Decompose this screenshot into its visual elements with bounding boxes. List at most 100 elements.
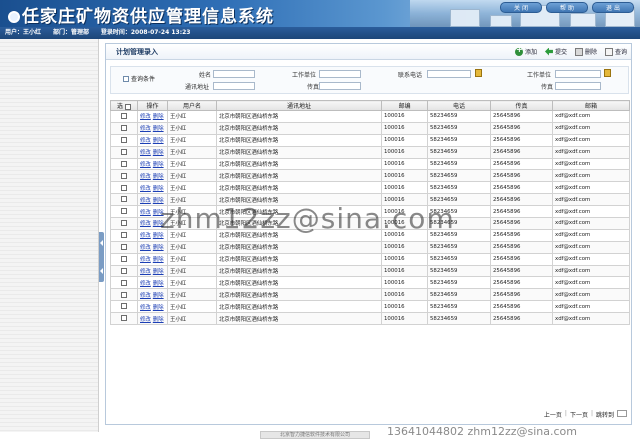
row-checkbox[interactable] [121, 243, 127, 250]
edit-link[interactable]: 修改 [140, 186, 151, 192]
row-checkbox[interactable] [121, 148, 127, 155]
edit-link[interactable]: 修改 [140, 126, 151, 132]
fax-input[interactable] [319, 82, 361, 90]
row-select[interactable] [110, 300, 138, 314]
row-select[interactable] [110, 228, 138, 242]
delete-link[interactable]: 删除 [153, 138, 164, 144]
row-checkbox[interactable] [121, 232, 127, 239]
row-select[interactable] [110, 169, 138, 183]
row-checkbox[interactable] [121, 315, 127, 322]
edit-link[interactable]: 修改 [140, 245, 151, 251]
name-input[interactable] [213, 70, 255, 78]
row-checkbox[interactable] [121, 220, 127, 227]
edit-link[interactable]: 修改 [140, 210, 151, 216]
delete-link[interactable]: 删除 [153, 174, 164, 180]
next-page-link[interactable]: 下一页 [570, 410, 588, 419]
delete-link[interactable]: 删除 [153, 293, 164, 299]
delete-link[interactable]: 删除 [153, 162, 164, 168]
delete-link[interactable]: 删除 [153, 245, 164, 251]
row-checkbox[interactable] [121, 184, 127, 191]
delete-link[interactable]: 删除 [153, 281, 164, 287]
row-checkbox[interactable] [121, 196, 127, 203]
page-select[interactable] [617, 410, 627, 417]
cell-address: 北京市朝阳区酒仙桥东路 [216, 121, 382, 135]
cell-address: 北京市朝阳区酒仙桥东路 [216, 276, 382, 290]
prev-page-link[interactable]: 上一页 [544, 410, 562, 419]
edit-link[interactable]: 修改 [140, 269, 151, 275]
row-checkbox[interactable] [121, 113, 127, 120]
row-checkbox[interactable] [121, 303, 127, 310]
delete-link[interactable]: 删除 [153, 317, 164, 323]
delete-link[interactable]: 删除 [153, 269, 164, 275]
delete-link[interactable]: 删除 [153, 126, 164, 132]
edit-link[interactable]: 修改 [140, 257, 151, 263]
cell-username: 王小红 [167, 300, 217, 314]
row-checkbox[interactable] [121, 291, 127, 298]
edit-link[interactable]: 修改 [140, 150, 151, 156]
edit-link[interactable]: 修改 [140, 317, 151, 323]
cell-zip: 100016 [381, 276, 428, 290]
row-actions: 修改 删除 [137, 169, 168, 183]
cell-fax: 25645896 [490, 264, 553, 278]
row-select[interactable] [110, 205, 138, 219]
edit-link[interactable]: 修改 [140, 162, 151, 168]
query-button[interactable]: 查询 [604, 47, 627, 56]
row-checkbox[interactable] [121, 208, 127, 215]
edit-link[interactable]: 修改 [140, 174, 151, 180]
select-all-checkbox[interactable] [124, 103, 131, 110]
delete-link[interactable]: 删除 [153, 257, 164, 263]
row-select[interactable] [110, 157, 138, 171]
edit-link[interactable]: 修改 [140, 281, 151, 287]
row-select[interactable] [110, 121, 138, 135]
row-checkbox[interactable] [121, 125, 127, 132]
row-select[interactable] [110, 133, 138, 147]
sidebar-toggle-handle[interactable] [99, 232, 104, 282]
row-select[interactable] [110, 276, 138, 290]
edit-link[interactable]: 修改 [140, 305, 151, 311]
delete-link[interactable]: 删除 [153, 305, 164, 311]
cell-email: xdf@xdf.com [552, 228, 630, 242]
row-checkbox[interactable] [121, 172, 127, 179]
logout-button[interactable]: 退 出 [592, 2, 634, 13]
work-unit2-input[interactable] [555, 70, 601, 78]
row-select[interactable] [110, 252, 138, 266]
edit-link[interactable]: 修改 [140, 138, 151, 144]
fax2-input[interactable] [555, 82, 601, 90]
row-checkbox[interactable] [121, 160, 127, 167]
submit-button[interactable]: 提交 [544, 47, 567, 56]
query-condition[interactable]: 查询条件 [123, 74, 155, 83]
help-button[interactable]: 帮 助 [546, 2, 588, 13]
row-select[interactable] [110, 181, 138, 195]
work-unit-input[interactable] [319, 70, 361, 78]
edit-link[interactable]: 修改 [140, 221, 151, 227]
delete-link[interactable]: 删除 [153, 150, 164, 156]
col-zip: 邮编 [381, 100, 428, 111]
row-select[interactable] [110, 288, 138, 302]
row-select[interactable] [110, 264, 138, 278]
row-checkbox[interactable] [121, 136, 127, 143]
row-checkbox[interactable] [121, 267, 127, 274]
picker2-icon[interactable] [604, 69, 611, 77]
address-input[interactable] [213, 82, 255, 90]
cell-email: xdf@xdf.com [552, 276, 630, 290]
row-select[interactable] [110, 240, 138, 254]
phone-input[interactable] [427, 70, 471, 78]
row-select[interactable] [110, 193, 138, 207]
close-button[interactable]: 关 闭 [500, 2, 542, 13]
edit-link[interactable]: 修改 [140, 198, 151, 204]
row-select[interactable] [110, 217, 138, 230]
edit-link[interactable]: 修改 [140, 233, 151, 239]
row-checkbox[interactable] [121, 279, 127, 286]
add-button[interactable]: 添加 [514, 45, 537, 56]
edit-link[interactable]: 修改 [140, 114, 151, 120]
row-select[interactable] [110, 110, 138, 123]
delete-link[interactable]: 删除 [153, 114, 164, 120]
delete-link[interactable]: 删除 [153, 186, 164, 192]
row-checkbox[interactable] [121, 255, 127, 262]
delete-button[interactable]: 删除 [574, 47, 597, 56]
cell-username: 王小红 [167, 169, 217, 183]
row-select[interactable] [110, 145, 138, 159]
row-select[interactable] [110, 312, 138, 326]
picker-icon[interactable] [475, 69, 482, 77]
edit-link[interactable]: 修改 [140, 293, 151, 299]
